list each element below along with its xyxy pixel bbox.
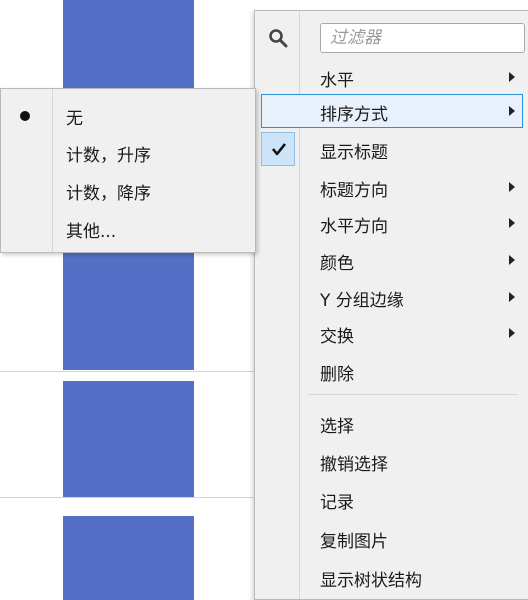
chart-bar: [63, 381, 194, 497]
menu-item-show-title[interactable]: 显示标题: [255, 132, 528, 166]
checkmark-icon: [271, 143, 287, 156]
menu-item-sort-by[interactable]: 排序方式: [261, 94, 523, 128]
menu-item-label: 水平: [320, 71, 354, 91]
submenu-item-count-ascending[interactable]: 计数，升序: [1, 134, 255, 170]
filter-input[interactable]: [320, 23, 525, 53]
submenu-item-count-descending[interactable]: 计数，降序: [1, 172, 255, 208]
chevron-right-icon: [509, 292, 515, 302]
menu-item-y-group-margin[interactable]: Y 分组边缘: [255, 280, 528, 314]
chevron-right-icon: [509, 106, 515, 116]
menu-item-title-orientation[interactable]: 标题方向: [255, 170, 528, 204]
submenu-item-label: 计数，升序: [66, 146, 151, 166]
search-icon: [269, 29, 288, 48]
chart-bar: [63, 0, 194, 88]
submenu-item-label: 计数，降序: [66, 184, 151, 204]
gridline: [0, 371, 255, 372]
menu-item-label: 复制图片: [320, 532, 388, 552]
chart-bar: [63, 516, 194, 600]
menu-item-horizontal[interactable]: 水平: [255, 60, 528, 94]
chart-bar: [63, 253, 194, 370]
submenu-item-label: 无: [66, 109, 83, 129]
menu-item-label: 颜色: [320, 254, 354, 274]
check-cell: [261, 132, 295, 166]
sort-by-submenu: 无 计数，升序 计数，降序 其他...: [0, 88, 256, 253]
menu-item-show-tree[interactable]: 显示树状结构: [255, 560, 528, 594]
menu-item-record[interactable]: 记录: [255, 482, 528, 516]
menu-item-label: Y 分组边缘: [320, 291, 404, 311]
radio-bullet-icon: [20, 111, 30, 121]
menu-item-label: 交换: [320, 327, 354, 347]
submenu-item-other[interactable]: 其他...: [1, 210, 255, 246]
menu-item-horizontal-direction[interactable]: 水平方向: [255, 206, 528, 240]
submenu-item-label: 其他...: [66, 222, 117, 242]
menu-item-deselect[interactable]: 撤销选择: [255, 444, 528, 478]
menu-item-color[interactable]: 颜色: [255, 243, 528, 277]
chevron-right-icon: [509, 218, 515, 228]
chevron-right-icon: [509, 182, 515, 192]
menu-item-label: 标题方向: [320, 181, 388, 201]
menu-item-label: 删除: [320, 365, 354, 385]
menu-item-copy-image[interactable]: 复制图片: [255, 521, 528, 555]
chevron-right-icon: [509, 328, 515, 338]
menu-item-label: 排序方式: [320, 105, 388, 125]
menu-item-swap[interactable]: 交换: [255, 316, 528, 350]
gridline: [0, 497, 255, 498]
menu-item-label: 水平方向: [320, 217, 388, 237]
submenu-item-none[interactable]: 无: [1, 97, 255, 133]
chevron-right-icon: [509, 72, 515, 82]
menu-item-select[interactable]: 选择: [255, 406, 528, 440]
context-menu: 水平 排序方式 显示标题 标题方向 水平方向 颜色 Y 分组边缘 交换 删除: [254, 10, 528, 600]
menu-item-label: 记录: [320, 493, 354, 513]
chevron-right-icon: [509, 255, 515, 265]
menu-separator: [308, 394, 518, 395]
menu-item-label: 撤销选择: [320, 455, 388, 475]
menu-item-delete[interactable]: 删除: [255, 354, 528, 388]
menu-item-label: 显示标题: [320, 143, 388, 163]
filter-row: [255, 21, 528, 55]
menu-item-label: 显示树状结构: [320, 571, 422, 591]
menu-item-label: 选择: [320, 417, 354, 437]
